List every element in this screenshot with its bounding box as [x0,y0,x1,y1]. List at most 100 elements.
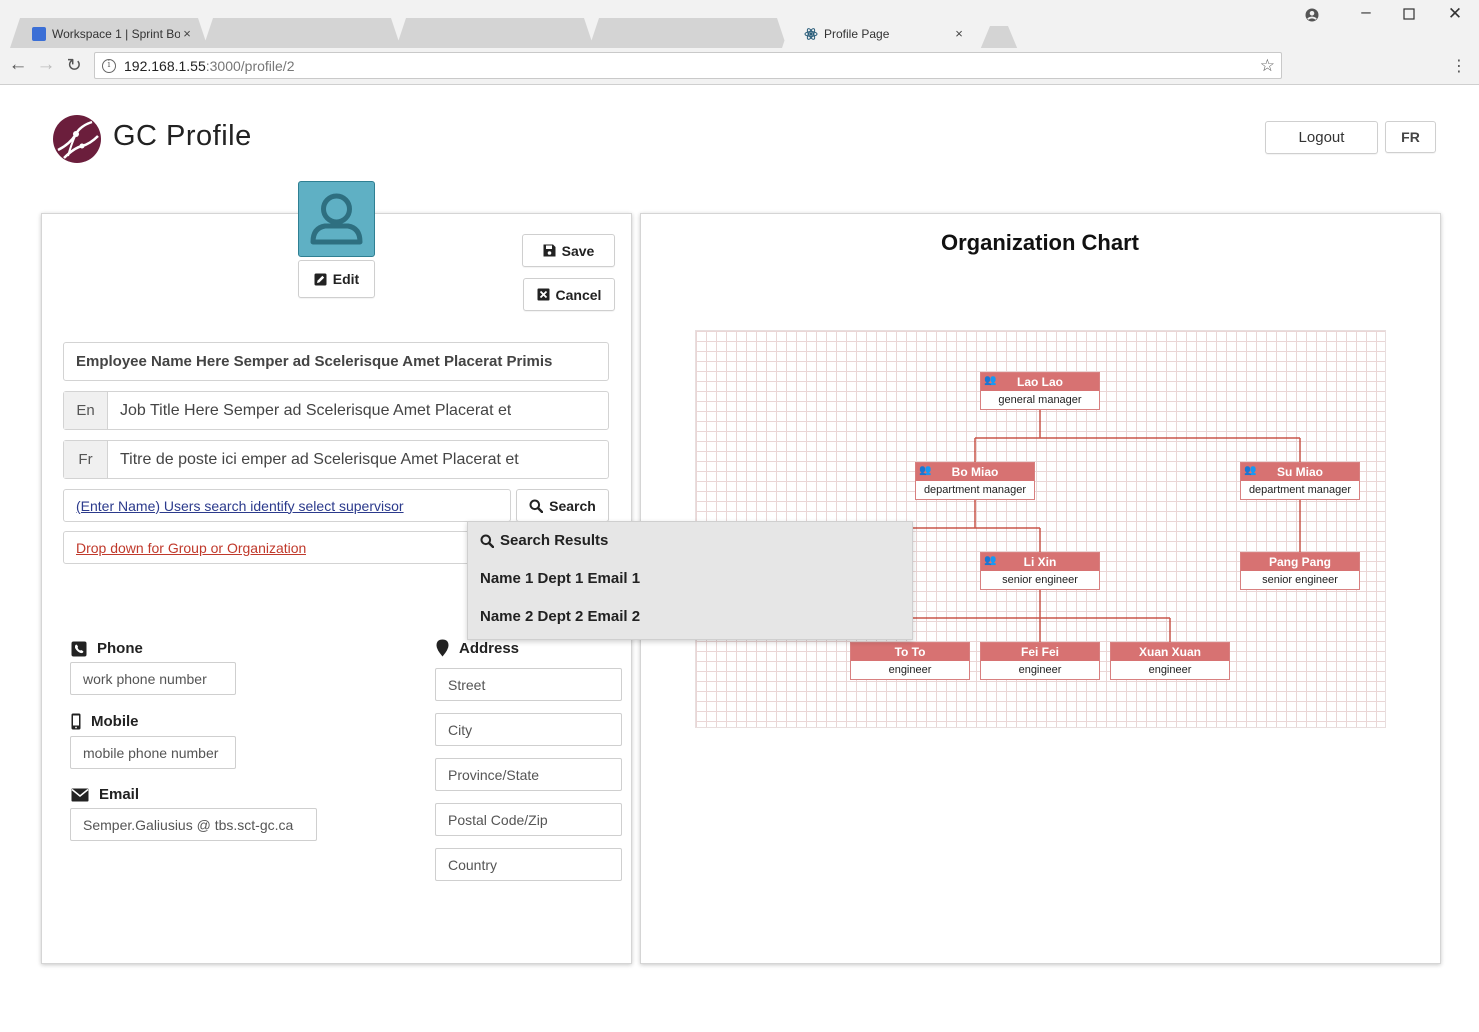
logout-label: Logout [1298,129,1345,146]
org-node-pang-pang[interactable]: Pang Pang senior engineer [1240,552,1360,590]
city-input[interactable]: City [435,713,622,746]
close-tab-icon[interactable]: × [952,26,966,41]
mobile-phone-input[interactable]: mobile phone number [70,736,236,769]
browser-tab-strip: Workspace 1 | Sprint Boa × Profile Page … [0,0,1479,52]
job-title-fr-value: Titre de poste ici emper ad Scelerisque … [120,450,519,468]
search-result-text: Name 2 Dept 2 Email 2 [480,608,641,625]
org-node-name: Fei Fei [1020,645,1059,659]
search-results-dropdown: Search Results Name 1 Dept 1 Email 1 Nam… [467,521,913,640]
back-arrow-icon[interactable]: ← [6,54,30,76]
phone-square-icon [71,641,87,656]
search-icon [529,499,544,513]
search-result-item[interactable]: Name 2 Dept 2 Email 2 [480,608,640,625]
search-button[interactable]: Search [516,489,609,522]
browser-tab-workspace[interactable]: Workspace 1 | Sprint Boa × [10,18,208,48]
language-label: FR [1401,129,1420,145]
employee-name-field[interactable]: Employee Name Here Semper ad Scelerisque… [63,342,609,381]
edit-avatar-button[interactable]: Edit [298,260,375,298]
mobile-phone-placeholder: mobile phone number [83,744,219,761]
country-placeholder: Country [448,856,498,873]
org-node-name: Bo Miao [951,465,999,479]
org-node-name: Lao Lao [1016,375,1063,389]
work-phone-placeholder: work phone number [83,670,207,687]
browser-tab-profile-page[interactable]: Profile Page × [782,18,980,48]
browser-tab-blank[interactable] [396,18,594,48]
org-chart-title: Organization Chart [940,230,1139,255]
org-node-role: senior engineer [1262,574,1338,586]
group-organization-dropdown[interactable]: Drop down for Group or Organization [63,531,473,564]
postal-code-input[interactable]: Postal Code/Zip [435,803,622,836]
org-node-role: department manager [1248,484,1352,496]
job-title-fr-field[interactable]: Fr Titre de poste ici emper ad Scelerisq… [63,440,609,479]
province-placeholder: Province/State [448,766,540,783]
new-tab-button[interactable] [980,26,1018,50]
org-node-bo-miao[interactable]: 👥 Bo Miao department manager [915,462,1035,500]
country-input[interactable]: Country [435,848,622,881]
close-tab-icon[interactable]: × [180,26,194,41]
language-prefix-en: En [64,392,108,429]
org-node-to-to[interactable]: To To engineer [850,642,970,680]
profile-avatar[interactable] [298,181,375,257]
browser-tab-blank[interactable] [589,18,787,48]
browser-tab-blank[interactable] [203,18,401,48]
job-title-en-field[interactable]: En Job Title Here Semper ad Scelerisque … [63,391,609,430]
search-results-header: Search Results [480,532,608,549]
cancel-button[interactable]: Cancel [523,278,615,311]
supervisor-search-input[interactable]: (Enter Name) Users search identify selec… [63,489,511,522]
org-node-lao-lao[interactable]: 👥 Lao Lao general manager [980,372,1100,410]
phone-label-row: Phone [71,640,143,657]
tab-title: Workspace 1 | Sprint Boa [52,26,180,41]
app-title: GC Profile [113,120,252,152]
org-node-li-xin[interactable]: 👥 Li Xin senior engineer [980,552,1100,590]
org-node-xuan-xuan[interactable]: Xuan Xuan engineer [1110,642,1230,680]
logout-button[interactable]: Logout [1265,121,1378,154]
minimize-window-icon[interactable]: – [1351,2,1381,22]
cancel-label: Cancel [555,286,602,303]
province-state-input[interactable]: Province/State [435,758,622,791]
street-input[interactable]: Street [435,668,622,701]
maximize-window-icon[interactable] [1396,8,1422,22]
group-users-icon: 👥 [919,465,932,476]
map-marker-icon [436,639,449,657]
work-phone-input[interactable]: work phone number [70,662,236,695]
org-node-fei-fei[interactable]: Fei Fei engineer [980,642,1100,680]
org-node-role: engineer [1018,664,1062,676]
profile-account-icon[interactable] [1298,6,1326,26]
group-users-icon: 👥 [984,375,997,386]
org-node-su-miao[interactable]: 👥 Su Miao department manager [1240,462,1360,500]
cancel-x-square-icon [537,288,550,301]
close-window-icon[interactable]: ✕ [1440,4,1470,24]
react-favicon-icon [804,27,818,40]
supervisor-search-value: (Enter Name) Users search identify selec… [76,497,404,514]
address-bar[interactable]: i 192.168.1.55:3000/profile/2 ☆ [94,52,1282,79]
group-users-icon: 👥 [984,555,997,566]
email-label-row: Email [71,786,139,803]
mobile-phone-icon [71,713,81,730]
site-info-icon[interactable]: i [102,58,116,73]
browser-toolbar: ← → ↻ i 192.168.1.55:3000/profile/2 ☆ ⋮ [0,48,1479,85]
address-label-row: Address [436,639,519,657]
tab-title: Profile Page [824,26,890,41]
edit-icon [314,273,327,285]
street-placeholder: Street [448,676,486,693]
email-label: Email [99,786,140,803]
bookmark-star-icon[interactable]: ☆ [1260,56,1275,76]
group-users-icon: 👥 [1244,465,1257,476]
org-node-role: engineer [1148,664,1192,676]
org-node-name: To To [894,645,926,659]
browser-menu-icon[interactable]: ⋮ [1451,56,1467,76]
language-toggle-button[interactable]: FR [1385,121,1436,153]
phone-label: Phone [97,640,143,657]
city-placeholder: City [448,721,473,738]
edit-label: Edit [332,271,360,287]
employee-name-value: Employee Name Here Semper ad Scelerisque… [76,353,553,370]
save-button[interactable]: Save [522,234,615,267]
save-label: Save [561,242,595,259]
search-result-item[interactable]: Name 1 Dept 1 Email 1 [480,570,640,587]
org-node-role: engineer [888,664,932,676]
reload-icon[interactable]: ↻ [62,54,86,76]
search-result-text: Name 1 Dept 1 Email 1 [480,570,641,587]
forward-arrow-icon[interactable]: → [34,54,58,76]
email-input[interactable]: Semper.Galiusius @ tbs.sct-gc.ca [70,808,317,841]
org-node-name: Li Xin [1023,555,1057,569]
